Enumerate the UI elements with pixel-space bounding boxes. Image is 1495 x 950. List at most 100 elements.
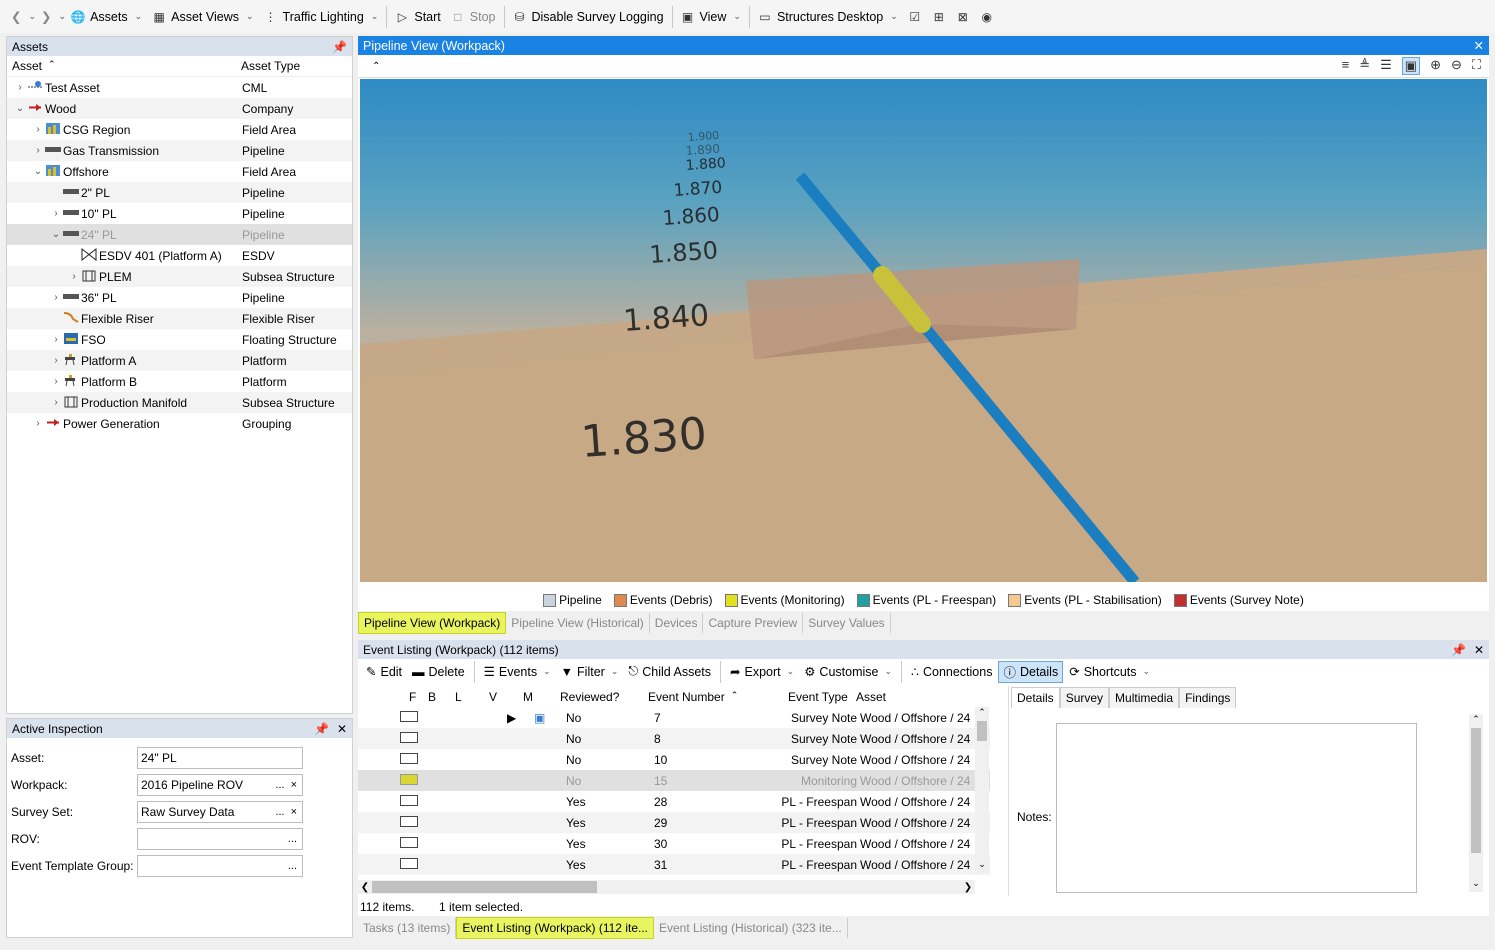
- asset-tree-row[interactable]: › PLEM Subsea Structure: [7, 266, 352, 287]
- events-menu-button[interactable]: ☰ Events ⌄: [480, 661, 555, 683]
- pin-icon[interactable]: 📌: [332, 40, 347, 54]
- asset-tree-row[interactable]: › Test Asset CML: [7, 77, 352, 98]
- desktop-remove-button[interactable]: ⊠: [951, 5, 975, 29]
- col-event-type[interactable]: Event Type: [788, 690, 856, 704]
- 3d-viewport[interactable]: 1.900 1.890 1.880 1.870 1.860 1.850 1.840 1.830: [360, 79, 1487, 582]
- expander-icon[interactable]: ⌄: [31, 166, 45, 177]
- forward-dropdown-icon[interactable]: ⌄: [59, 11, 67, 22]
- details-scrollbar[interactable]: ⌃ ⌄: [1469, 714, 1483, 892]
- layers-icon[interactable]: ☰: [1380, 57, 1392, 75]
- bottom-tab[interactable]: Event Listing (Workpack) (112 ite...: [456, 916, 654, 939]
- close-icon[interactable]: ✕: [1474, 38, 1484, 53]
- image-icon[interactable]: ▣: [534, 711, 566, 725]
- asset-tree-row[interactable]: › Production Manifold Subsea Structure: [7, 392, 352, 413]
- zoom-out-icon[interactable]: ⊖: [1451, 57, 1462, 75]
- col-b[interactable]: B: [428, 690, 455, 704]
- table-row[interactable]: Yes 28 PL - Freespan Wood / Offshore / 24: [358, 791, 990, 812]
- view-tab[interactable]: Pipeline View (Historical): [506, 612, 650, 633]
- view-tab[interactable]: Survey Values: [803, 612, 891, 633]
- detail-tab[interactable]: Multimedia: [1109, 687, 1180, 708]
- asset-tree-row[interactable]: ESDV 401 (Platform A) ESDV: [7, 245, 352, 266]
- asset-tree-row[interactable]: › Power Generation Grouping: [7, 413, 352, 434]
- table-row[interactable]: Yes 29 PL - Freespan Wood / Offshore / 24: [358, 812, 990, 833]
- asset-tree-row[interactable]: › FSO Floating Structure: [7, 329, 352, 350]
- view-tab[interactable]: Devices: [650, 612, 704, 633]
- legend-item[interactable]: Events (PL - Stabilisation): [1008, 593, 1162, 607]
- asset-tree-row[interactable]: 2" PL Pipeline: [7, 182, 352, 203]
- desktop-check-button[interactable]: ☑: [903, 5, 927, 29]
- assets-button[interactable]: 🌐 Assets ⌄: [66, 5, 147, 29]
- export-button[interactable]: ➦ Export ⌄: [726, 661, 798, 683]
- view-button[interactable]: ▣ View ⌄: [676, 5, 746, 29]
- disable-survey-logging-button[interactable]: ⛁ Disable Survey Logging: [508, 5, 669, 29]
- expander-icon[interactable]: ›: [31, 124, 45, 135]
- desktop-add-button[interactable]: ⊞: [927, 5, 951, 29]
- asset-tree-row[interactable]: ⌄ Offshore Field Area: [7, 161, 352, 182]
- col-event-number[interactable]: Event Number ⌃: [648, 690, 750, 704]
- scroll-up-icon[interactable]: ⌃: [975, 707, 989, 721]
- pin-icon[interactable]: 📌: [314, 722, 329, 736]
- rov-field[interactable]: ...: [137, 827, 303, 850]
- scroll-up-icon[interactable]: ⌃: [1469, 714, 1483, 728]
- asset-views-button[interactable]: ▦ Asset Views ⌄: [147, 5, 258, 29]
- zoom-in-icon[interactable]: ⊕: [1430, 57, 1441, 75]
- table-row[interactable]: Yes 31 PL - Freespan Wood / Offshore / 24: [358, 854, 990, 875]
- bottom-tab[interactable]: Tasks (13 items): [358, 917, 457, 938]
- structures-desktop-button[interactable]: ▭ Structures Desktop ⌄: [753, 5, 903, 29]
- h-scroll-thumb[interactable]: [372, 881, 597, 893]
- view-tab[interactable]: Capture Preview: [703, 612, 804, 633]
- table-row[interactable]: Yes 30 PL - Freespan Wood / Offshore / 24: [358, 833, 990, 854]
- camera-view-icon[interactable]: ▣: [1401, 57, 1421, 75]
- expander-icon[interactable]: ›: [31, 418, 45, 429]
- workpack-field[interactable]: 2016 Pipeline ROV... ×: [137, 773, 303, 796]
- browse-button[interactable]: ...: [275, 779, 284, 791]
- expander-icon[interactable]: ›: [49, 292, 63, 303]
- table-row[interactable]: ▶ ▣ No 7 Survey Note Wood / Offshore / 24: [358, 707, 990, 728]
- asset-tree-row[interactable]: › Platform A Platform: [7, 350, 352, 371]
- child-assets-button[interactable]: ⎋ Child Assets: [624, 661, 715, 683]
- expander-icon[interactable]: ›: [13, 82, 27, 93]
- notes-textarea[interactable]: [1056, 723, 1417, 893]
- delete-button[interactable]: ▬ Delete: [408, 661, 469, 683]
- asset-tree-row[interactable]: › Platform B Platform: [7, 371, 352, 392]
- scroll-left-icon[interactable]: ❮: [358, 882, 372, 893]
- asset-tree-row[interactable]: › 36" PL Pipeline: [7, 287, 352, 308]
- clear-button[interactable]: ×: [291, 806, 297, 818]
- expander-icon[interactable]: ⌄: [13, 103, 27, 114]
- scroll-right-icon[interactable]: ❯: [961, 882, 975, 893]
- asset-tree-row[interactable]: › Gas Transmission Pipeline: [7, 140, 352, 161]
- legend-item[interactable]: Pipeline: [543, 593, 602, 607]
- bottom-tab[interactable]: Event Listing (Historical) (323 ite...: [654, 917, 848, 938]
- col-asset[interactable]: Asset: [856, 690, 886, 704]
- vertical-scrollbar[interactable]: ⌃ ⌄: [975, 707, 989, 873]
- asset-tree-row[interactable]: › CSG Region Field Area: [7, 119, 352, 140]
- expander-icon[interactable]: ›: [49, 334, 63, 345]
- expander-icon[interactable]: ›: [49, 355, 63, 366]
- profile-icon[interactable]: ≜: [1359, 57, 1370, 75]
- expander-icon[interactable]: ⌄: [49, 229, 63, 240]
- traffic-lighting-button[interactable]: ⋮ Traffic Lighting ⌄: [259, 5, 384, 29]
- back-dropdown-icon[interactable]: ⌄: [28, 11, 36, 22]
- edit-button[interactable]: ✎ Edit: [362, 661, 406, 683]
- table-row[interactable]: No 8 Survey Note Wood / Offshore / 24: [358, 728, 990, 749]
- survey-set-field[interactable]: Raw Survey Data... ×: [137, 800, 303, 823]
- asset-tree-row[interactable]: ⌄ Wood Company: [7, 98, 352, 119]
- table-row[interactable]: No 10 Survey Note Wood / Offshore / 24: [358, 749, 990, 770]
- legend-item[interactable]: Events (PL - Freespan): [856, 593, 996, 607]
- asset-type-column-header[interactable]: Asset Type: [241, 59, 300, 73]
- back-icon[interactable]: ❮: [6, 5, 26, 29]
- legend-item[interactable]: Events (Survey Note): [1173, 593, 1304, 607]
- horizontal-scrollbar[interactable]: ❮ ❯: [358, 880, 975, 894]
- expander-icon[interactable]: ›: [49, 397, 63, 408]
- asset-tree-row[interactable]: Flexible Riser Flexible Riser: [7, 308, 352, 329]
- asset-column-header[interactable]: Asset ⌃: [7, 59, 241, 73]
- col-v[interactable]: V: [489, 690, 523, 704]
- col-l[interactable]: L: [455, 690, 489, 704]
- col-m[interactable]: M: [523, 690, 560, 704]
- detail-tab[interactable]: Details: [1011, 687, 1060, 708]
- video-icon[interactable]: ▶: [502, 711, 534, 725]
- detail-tab[interactable]: Findings: [1179, 687, 1237, 708]
- browse-button[interactable]: ...: [288, 833, 297, 845]
- scroll-thumb[interactable]: [1471, 728, 1481, 853]
- expander-icon[interactable]: ›: [49, 208, 63, 219]
